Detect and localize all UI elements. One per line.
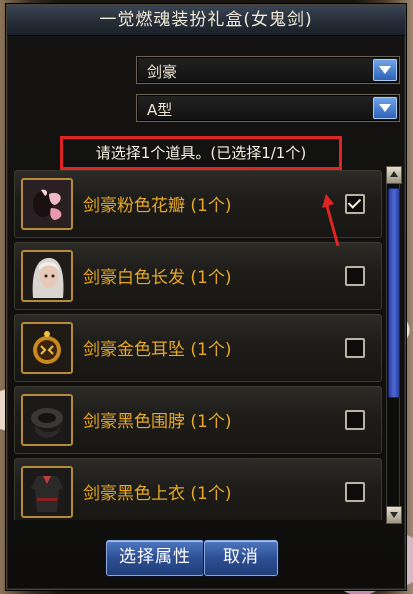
scroll-down-icon[interactable] xyxy=(386,506,402,524)
select-attribute-button[interactable]: 选择属性 xyxy=(106,540,204,576)
black-top-icon xyxy=(21,466,73,518)
chevron-down-icon[interactable] xyxy=(373,59,397,81)
pink-petal-icon xyxy=(21,178,73,230)
scroll-up-icon[interactable] xyxy=(386,166,402,184)
cancel-button[interactable]: 取消 xyxy=(204,540,278,576)
item-checkbox[interactable] xyxy=(345,194,365,214)
dialog-title: 一觉燃魂装扮礼盒(女鬼剑) xyxy=(99,10,313,30)
red-arrow-annotation xyxy=(322,194,340,247)
type-dropdown-value: A型 xyxy=(147,101,173,119)
white-hair-icon xyxy=(21,250,73,302)
item-name: 剑豪金色耳坠 (1个) xyxy=(83,340,232,360)
item-checkbox[interactable] xyxy=(345,482,365,502)
class-dropdown-value: 剑豪 xyxy=(147,63,178,81)
item-checkbox[interactable] xyxy=(345,266,365,286)
black-scarf-icon xyxy=(21,394,73,446)
item-name: 剑豪白色长发 (1个) xyxy=(83,268,232,288)
type-dropdown[interactable]: A型 xyxy=(136,94,400,122)
item-name: 剑豪黑色围脖 (1个) xyxy=(83,412,232,432)
item-name: 剑豪黑色上衣 (1个) xyxy=(83,484,232,504)
list-item[interactable]: 剑豪白色长发 (1个) xyxy=(14,242,382,310)
list-item[interactable]: 剑豪黑色围脖 (1个) xyxy=(14,386,382,454)
list-item[interactable]: 剑豪金色耳坠 (1个) xyxy=(14,314,382,382)
item-checkbox[interactable] xyxy=(345,338,365,358)
list-item[interactable]: 剑豪黑色上衣 (1个) xyxy=(14,458,382,520)
chevron-down-icon[interactable] xyxy=(373,97,397,119)
gold-earring-icon xyxy=(21,322,73,374)
item-checkbox[interactable] xyxy=(345,410,365,430)
dialog-titlebar[interactable]: 一觉燃魂装扮礼盒(女鬼剑) xyxy=(7,5,405,36)
item-name: 剑豪粉色花瓣 (1个) xyxy=(83,196,232,216)
class-dropdown[interactable]: 剑豪 xyxy=(136,56,400,84)
scrollbar-thumb[interactable] xyxy=(388,188,400,398)
